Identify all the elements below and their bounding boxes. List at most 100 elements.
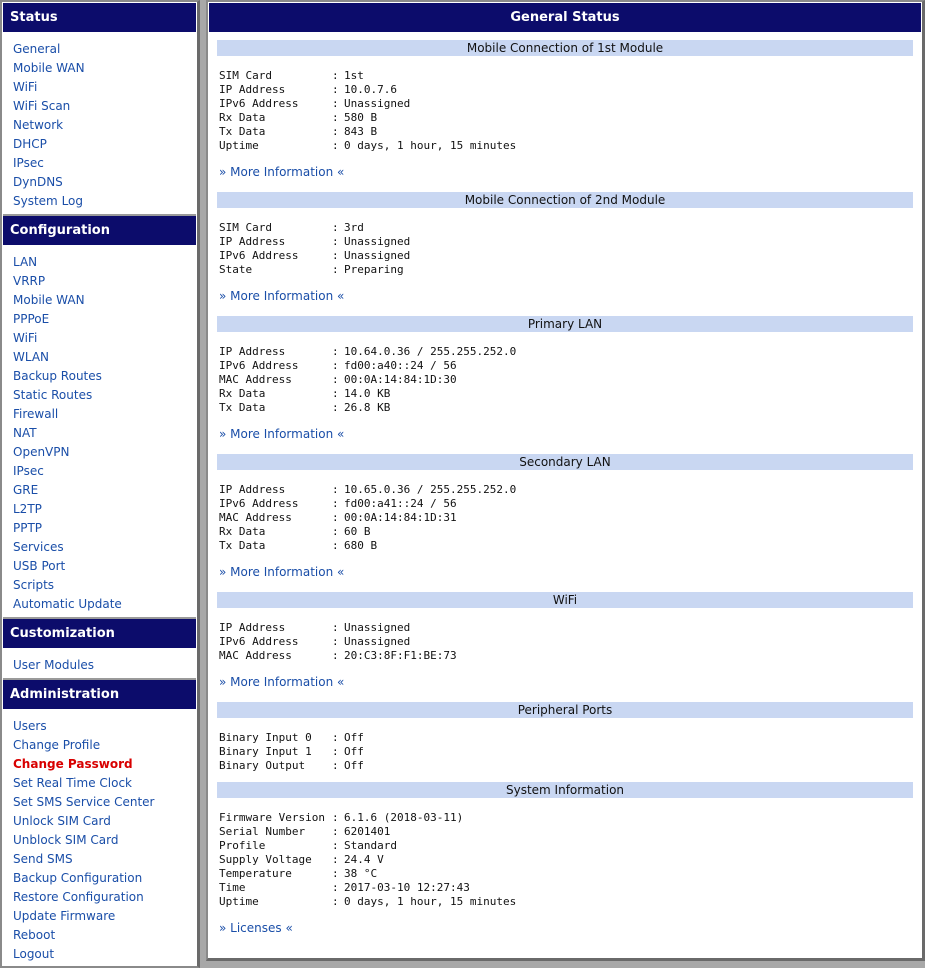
more-information-link[interactable]: » More Information « — [217, 163, 344, 181]
sidebar-item-configuration-scripts[interactable]: Scripts — [13, 576, 196, 595]
licenses-link[interactable]: » Licenses « — [217, 919, 293, 937]
sidebar-item-configuration-gre[interactable]: GRE — [13, 481, 196, 500]
panel-title: Mobile Connection of 1st Module — [217, 40, 913, 56]
status-key: IP Address — [219, 83, 286, 96]
status-row: IPv6 Address: Unassigned — [219, 635, 913, 649]
status-value: Unassigned — [344, 635, 411, 648]
sidebar-item-status-wifi-scan[interactable]: WiFi Scan — [13, 97, 196, 116]
status-row: Temperature:38 °C — [219, 867, 913, 881]
status-separator: : — [332, 263, 339, 276]
sidebar-item-status-network[interactable]: Network — [13, 116, 196, 135]
status-separator: : — [332, 649, 339, 662]
sidebar-item-configuration-wifi[interactable]: WiFi — [13, 329, 196, 348]
status-value: Off — [344, 745, 364, 758]
more-information-link[interactable]: » More Information « — [217, 563, 344, 581]
sidebar-item-administration-unblock-sim-card[interactable]: Unblock SIM Card — [13, 831, 196, 850]
sidebar-item-administration-change-password[interactable]: Change Password — [13, 755, 196, 774]
status-row: IPv6 Address: fd00:a41::24 / 56 — [219, 497, 913, 511]
sidebar-item-configuration-usb-port[interactable]: USB Port — [13, 557, 196, 576]
sidebar-item-status-ipsec[interactable]: IPsec — [13, 154, 196, 173]
status-key: MAC Address — [219, 373, 292, 386]
status-value: fd00:a40::24 / 56 — [344, 359, 457, 372]
sidebar-item-administration-reboot[interactable]: Reboot — [13, 926, 196, 945]
panel-title: Mobile Connection of 2nd Module — [217, 192, 913, 208]
sidebar-item-configuration-openvpn[interactable]: OpenVPN — [13, 443, 196, 462]
status-key: Tx Data — [219, 401, 266, 414]
status-separator: : — [332, 525, 339, 538]
panel-title: Primary LAN — [217, 316, 913, 332]
sidebar-item-administration-restore-configuration[interactable]: Restore Configuration — [13, 888, 196, 907]
sidebar-item-administration-send-sms[interactable]: Send SMS — [13, 850, 196, 869]
status-panel-secondary-lan: Secondary LAN IP Address:10.65.0.36 / 255… — [217, 454, 913, 581]
sidebar-item-administration-update-firmware[interactable]: Update Firmware — [13, 907, 196, 926]
status-value: 10.64.0.36 / 255.255.252.0 — [344, 345, 517, 358]
status-row: Profile: Standard — [219, 839, 913, 853]
sidebar-item-administration-logout[interactable]: Logout — [13, 945, 196, 964]
sidebar-item-administration-set-real-time-clock[interactable]: Set Real Time Clock — [13, 774, 196, 793]
status-key: IP Address — [219, 345, 286, 358]
sidebar-item-administration-unlock-sim-card[interactable]: Unlock SIM Card — [13, 812, 196, 831]
status-row: Binary Input 1: Off — [219, 745, 913, 759]
sidebar-item-configuration-ipsec[interactable]: IPsec — [13, 462, 196, 481]
status-separator: : — [332, 731, 339, 744]
sidebar-item-configuration-vrrp[interactable]: VRRP — [13, 272, 196, 291]
sidebar-item-configuration-lan[interactable]: LAN — [13, 253, 196, 272]
status-value: Off — [344, 759, 364, 772]
sidebar-item-configuration-static-routes[interactable]: Static Routes — [13, 386, 196, 405]
status-value: Unassigned — [344, 249, 411, 262]
status-separator: : — [332, 69, 339, 82]
sidebar-item-status-dhcp[interactable]: DHCP — [13, 135, 196, 154]
more-information-link[interactable]: » More Information « — [217, 425, 344, 443]
sidebar-item-status-general[interactable]: General — [13, 40, 196, 59]
sidebar-item-status-mobile-wan[interactable]: Mobile WAN — [13, 59, 196, 78]
sidebar-item-configuration-services[interactable]: Services — [13, 538, 196, 557]
status-row: Rx Data:14.0 KB — [219, 387, 913, 401]
sidebar-item-administration-set-sms-service-center[interactable]: Set SMS Service Center — [13, 793, 196, 812]
sidebar-section-administration: Administration — [3, 680, 196, 709]
sidebar-item-configuration-backup-routes[interactable]: Backup Routes — [13, 367, 196, 386]
sidebar-item-configuration-pppoe[interactable]: PPPoE — [13, 310, 196, 329]
sidebar-item-status-dyndns[interactable]: DynDNS — [13, 173, 196, 192]
sidebar-item-administration-users[interactable]: Users — [13, 717, 196, 736]
status-value: Preparing — [344, 263, 404, 276]
sidebar-item-configuration-l2tp[interactable]: L2TP — [13, 500, 196, 519]
sidebar-item-administration-backup-configuration[interactable]: Backup Configuration — [13, 869, 196, 888]
status-panel-mobile-connection-of-2nd-module: Mobile Connection of 2nd Module SIM Card:… — [217, 192, 913, 305]
status-separator: : — [332, 249, 339, 262]
status-value: 6201401 — [344, 825, 391, 838]
status-table: SIM Card:3rd IP Address: Unassigned IPv6 Ad… — [217, 221, 913, 277]
sidebar-item-configuration-nat[interactable]: NAT — [13, 424, 196, 443]
sidebar-item-configuration-automatic-update[interactable]: Automatic Update — [13, 595, 196, 614]
status-row: State: Preparing — [219, 263, 913, 277]
status-separator: : — [332, 345, 339, 358]
status-key: Uptime — [219, 139, 259, 152]
sidebar-item-administration-change-profile[interactable]: Change Profile — [13, 736, 196, 755]
status-row: IP Address:10.0.7.6 — [219, 83, 913, 97]
status-value: 26.8 KB — [344, 401, 391, 414]
status-row: Binary Output: Off — [219, 759, 913, 773]
page-title: General Status — [209, 3, 921, 32]
status-row: SIM Card:3rd — [219, 221, 913, 235]
status-value: Off — [344, 731, 364, 744]
status-separator: : — [332, 853, 339, 866]
sidebar-item-configuration-pptp[interactable]: PPTP — [13, 519, 196, 538]
sidebar-item-status-wifi[interactable]: WiFi — [13, 78, 196, 97]
sidebar-item-configuration-wlan[interactable]: WLAN — [13, 348, 196, 367]
more-information-link[interactable]: » More Information « — [217, 673, 344, 691]
sidebar-item-configuration-mobile-wan[interactable]: Mobile WAN — [13, 291, 196, 310]
sidebar-item-configuration-firewall[interactable]: Firewall — [13, 405, 196, 424]
status-separator: : — [332, 621, 339, 634]
sidebar-item-status-system-log[interactable]: System Log — [13, 192, 196, 211]
sidebar-item-customization-user-modules[interactable]: User Modules — [13, 656, 196, 675]
main-panel: General Status Mobile Connection of 1st … — [206, 0, 925, 961]
status-value: 0 days, 1 hour, 15 minutes — [344, 895, 517, 908]
panel-title: WiFi — [217, 592, 913, 608]
more-information-link[interactable]: » More Information « — [217, 287, 344, 305]
status-value: 0 days, 1 hour, 15 minutes — [344, 139, 517, 152]
status-row: IPv6 Address: fd00:a40::24 / 56 — [219, 359, 913, 373]
status-value: Standard — [344, 839, 397, 852]
status-row: Binary Input 0: Off — [219, 731, 913, 745]
sidebar-list-configuration: LAN VRRP Mobile WAN PPPoE WiFi WLAN Backup Rou… — [3, 245, 196, 619]
status-value: 10.65.0.36 / 255.255.252.0 — [344, 483, 517, 496]
status-key: IPv6 Address — [219, 359, 299, 372]
